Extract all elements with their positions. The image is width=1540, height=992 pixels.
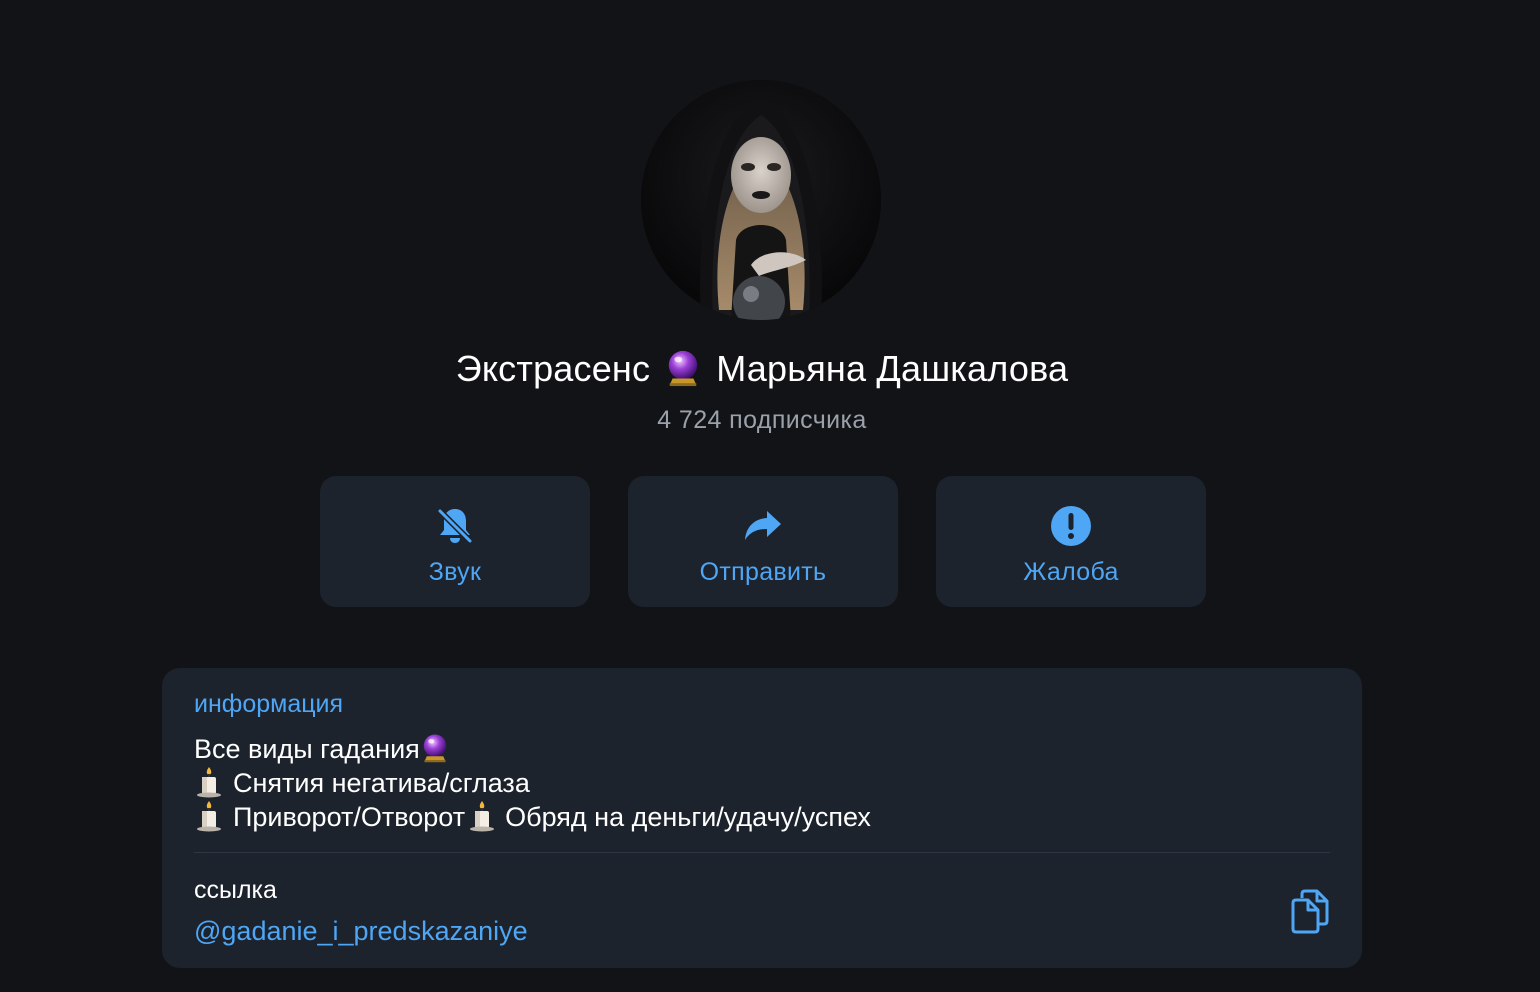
- candle-icon: [197, 801, 221, 832]
- link-label: ссылка: [194, 876, 277, 904]
- channel-profile-page: Экстрасенс Марьяна Дашкалова 4 724 подпи…: [0, 0, 1540, 992]
- info-card: информация Все виды гадания Снятия негат…: [162, 668, 1362, 968]
- report-button[interactable]: Жалоба: [936, 476, 1206, 607]
- candle-icon: [470, 801, 495, 832]
- channel-title: Экстрасенс Марьяна Дашкалова: [0, 348, 1524, 390]
- channel-title-part1: Экстрасенс: [455, 348, 651, 389]
- channel-avatar[interactable]: [641, 80, 881, 320]
- description-line-3: Приворот/Отворот Обряд на деньги/удачу/у…: [194, 800, 871, 834]
- description-line-2-text: Снятия негатива/сглаза: [233, 768, 530, 798]
- crystal-ball-icon: [423, 734, 447, 763]
- channel-description[interactable]: Все виды гадания Снятия негатива/сглаза …: [194, 732, 871, 834]
- report-button-label: Жалоба: [1023, 558, 1119, 586]
- copy-icon[interactable]: [1288, 888, 1332, 934]
- divider: [194, 852, 1330, 853]
- description-line-3-text-b: Обряд на деньги/удачу/успех: [505, 802, 871, 832]
- action-buttons: Звук Отправить Жалоба: [320, 476, 1206, 607]
- avatar-image: [641, 80, 881, 320]
- sound-button-label: Звук: [428, 558, 482, 586]
- info-header: информация: [194, 690, 344, 718]
- crystal-ball-icon: [668, 350, 698, 387]
- description-line-2: Снятия негатива/сглаза: [194, 766, 871, 800]
- share-button[interactable]: Отправить: [628, 476, 898, 607]
- bell-muted-icon: [436, 507, 474, 545]
- share-button-label: Отправить: [699, 558, 827, 586]
- description-line-3-text-a: Приворот/Отворот: [233, 802, 466, 832]
- description-line-1: Все виды гадания: [194, 732, 871, 766]
- description-line-1-text: Все виды гадания: [194, 734, 420, 764]
- sound-button[interactable]: Звук: [320, 476, 590, 607]
- share-arrow-icon: [745, 511, 781, 540]
- channel-title-part2: Марьяна Дашкалова: [716, 348, 1069, 389]
- subscriber-count: 4 724 подписчика: [657, 406, 867, 434]
- candle-icon: [197, 767, 221, 798]
- exclamation-circle-icon: [1051, 506, 1091, 546]
- channel-username-link[interactable]: @gadanie_i_predskazaniye: [194, 916, 528, 947]
